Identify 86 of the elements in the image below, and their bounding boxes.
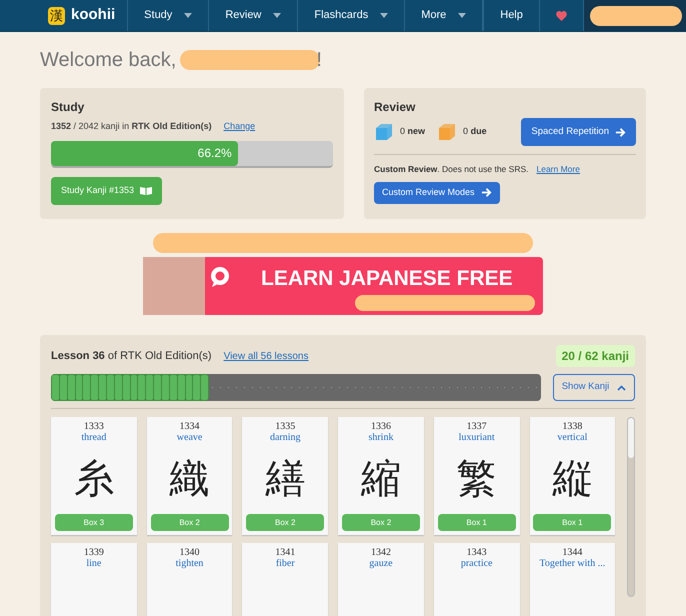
lesson-title: Lesson 36 of RTK Old Edition(s) xyxy=(51,348,212,364)
kanji-keyword: Together with ... xyxy=(540,558,606,570)
srs-box-label: Box 1 xyxy=(533,514,612,531)
logo-icon[interactable]: 漢 xyxy=(48,6,65,24)
kanji-keyword: luxuriant xyxy=(458,432,495,444)
srs-box-label: Box 2 xyxy=(342,514,420,531)
review-count: 0 new xyxy=(400,125,426,138)
kanji-card[interactable]: 1340 tighten xyxy=(146,543,232,616)
kanji-number: 1344 xyxy=(562,547,582,558)
kanji-keyword: darning xyxy=(270,432,301,444)
kanji-keyword: weave xyxy=(176,432,202,444)
kanji-keyword: gauze xyxy=(369,558,393,570)
kanji-character: 繁 xyxy=(456,455,497,504)
kanji-keyword: practice xyxy=(460,558,492,570)
kanji-number: 1343 xyxy=(466,547,487,558)
arrow-right-icon xyxy=(480,187,492,198)
caret-icon xyxy=(458,13,466,18)
user-menu[interactable] xyxy=(584,0,686,31)
kanji-character: 繕 xyxy=(265,455,306,504)
custom-review-modes-button[interactable]: Custom Review Modes xyxy=(374,182,500,204)
kanji-card[interactable]: 1343 practice xyxy=(434,543,520,616)
caret-icon xyxy=(184,13,192,18)
learn-more-link[interactable]: Learn More xyxy=(536,163,580,176)
review-title: Review xyxy=(374,99,416,116)
kanji-character: 縦 xyxy=(552,455,592,504)
srs-box-label: Box 3 xyxy=(54,514,133,531)
kanji-number: 1335 xyxy=(275,421,296,432)
srs-box-label: Box 2 xyxy=(246,514,324,531)
kanji-keyword: shrink xyxy=(368,432,394,444)
nav-menu[interactable]: More xyxy=(405,0,484,31)
kanji-number: 1336 xyxy=(370,421,391,432)
kanji-number: 1333 xyxy=(84,421,104,432)
review-count: 0 due xyxy=(463,125,487,138)
kanji-keyword: tighten xyxy=(176,558,204,570)
kanji-keyword: vertical xyxy=(557,432,588,444)
nav-menu[interactable]: Flashcards xyxy=(298,0,406,31)
kanji-number: 1334 xyxy=(180,421,200,432)
spaced-repetition-button[interactable]: Spaced Repetition xyxy=(521,118,636,146)
scrollbar[interactable] xyxy=(627,417,635,597)
kanji-number: 1338 xyxy=(562,421,582,432)
kanji-card[interactable]: 1337 luxuriant 繁 Box 1 xyxy=(434,417,520,535)
kanji-number: 1337 xyxy=(466,421,487,432)
photo-placeholder xyxy=(143,257,205,315)
caret-icon xyxy=(380,13,388,18)
study-summary: 1352 / 2042 kanji in RTK Old Edition(s) xyxy=(51,120,212,133)
caret-icon xyxy=(273,13,282,18)
help-link[interactable]: Help xyxy=(484,0,540,31)
nav-menu[interactable]: Study xyxy=(128,0,210,31)
study-title: Study xyxy=(51,99,86,116)
srs-box-label: Box 1 xyxy=(438,514,516,531)
arrow-right-icon xyxy=(615,126,626,138)
kanji-card[interactable]: 1342 gauze xyxy=(338,543,424,616)
srs-box-label: Box 2 xyxy=(150,514,229,531)
kanji-card[interactable]: 1334 weave 織 Box 2 xyxy=(146,417,232,535)
kanji-character: 織 xyxy=(170,455,210,504)
show-kanji-button[interactable]: Show Kanji xyxy=(552,374,635,401)
progress-percent: 66.2% xyxy=(198,145,232,162)
kanji-keyword: fiber xyxy=(276,558,295,570)
book-icon xyxy=(140,186,152,195)
custom-review-text: Custom Review. Does not use the SRS. xyxy=(374,163,528,176)
kanji-number: 1342 xyxy=(370,547,391,558)
ad-headline: LEARN JAPANESE FREE xyxy=(261,266,513,292)
kanji-card[interactable]: 1335 darning 繕 Box 2 xyxy=(242,417,328,535)
kanji-number: 1340 xyxy=(180,547,200,558)
kanji-card[interactable]: 1341 fiber xyxy=(242,543,328,616)
view-all-lessons-link[interactable]: View all 56 lessons xyxy=(224,348,308,364)
heart-icon[interactable] xyxy=(556,10,567,20)
kanji-character: 縮 xyxy=(360,455,401,504)
kanji-number: 1339 xyxy=(84,547,104,558)
kanji-character: 糸 xyxy=(74,455,114,504)
chevron-up-icon xyxy=(617,384,626,390)
kanji-keyword: thread xyxy=(81,432,106,444)
kanji-card[interactable]: 1344 Together with ... xyxy=(530,543,616,616)
nav-menu[interactable]: Review xyxy=(209,0,298,31)
kanji-card[interactable]: 1333 thread 糸 Box 3 xyxy=(51,417,137,535)
welcome-exclamation: ! xyxy=(316,48,322,73)
kanji-card[interactable]: 1336 shrink 縮 Box 2 xyxy=(338,417,424,535)
speech-bubble-icon xyxy=(209,266,231,288)
lesson-kanji-count: 20 / 62 kanji xyxy=(556,345,635,367)
welcome-heading: Welcome back, xyxy=(40,48,176,73)
kanji-card[interactable]: 1339 line xyxy=(51,543,137,616)
kanji-keyword: line xyxy=(86,558,102,570)
kanji-number: 1341 xyxy=(275,547,296,558)
kanji-card[interactable]: 1338 vertical 縦 Box 1 xyxy=(530,417,616,535)
brand-name[interactable]: koohii xyxy=(71,4,116,27)
change-link[interactable]: Change xyxy=(224,120,256,134)
